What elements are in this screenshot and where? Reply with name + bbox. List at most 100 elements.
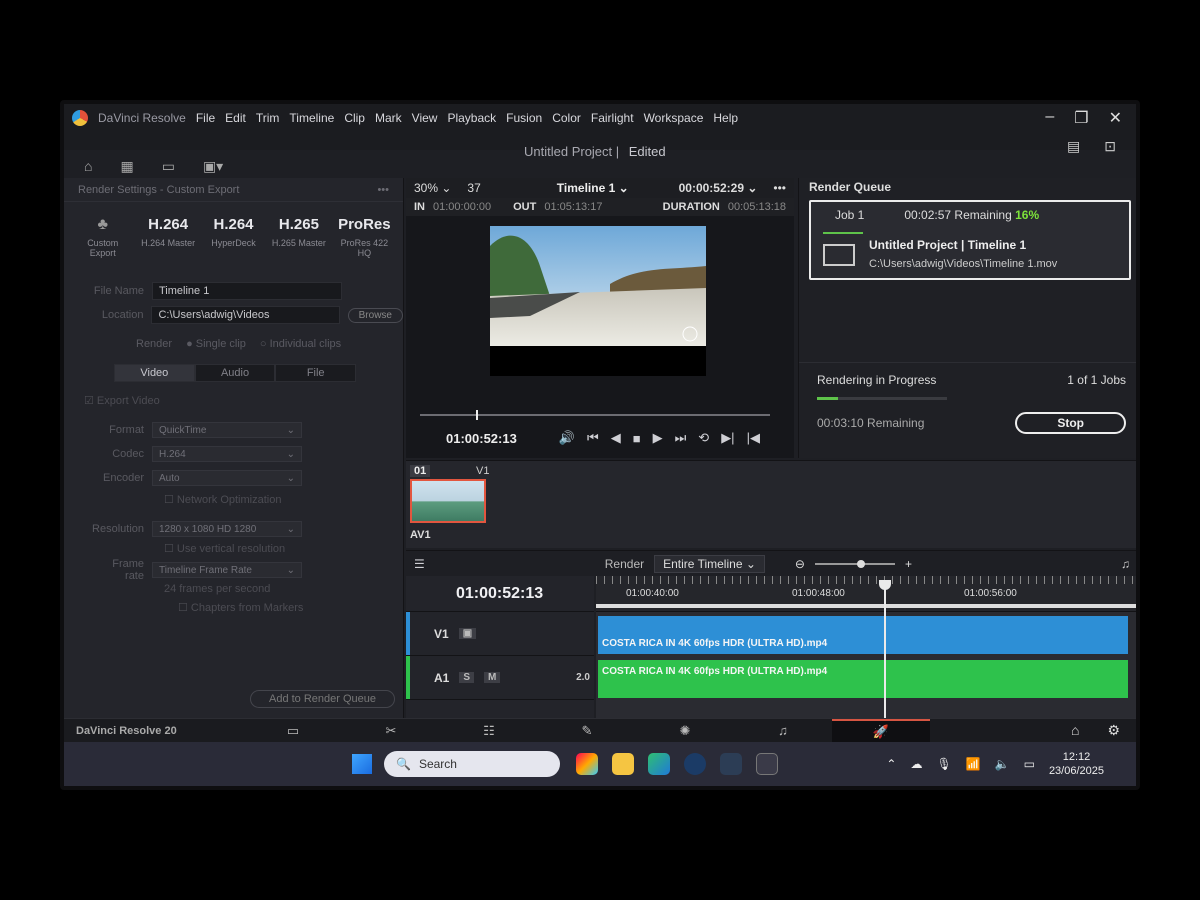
view-options-icon[interactable]: ▣▾ [203, 158, 223, 175]
media-page-icon[interactable]: ▭ [244, 723, 342, 739]
layout-icon[interactable]: ▤ [1067, 138, 1080, 155]
scrubber-head[interactable] [476, 410, 478, 420]
add-to-render-queue-button[interactable]: Add to Render Queue [250, 690, 396, 708]
track-header-v1[interactable]: V1 ▣ [406, 612, 594, 656]
menu-trim[interactable]: Trim [256, 111, 280, 125]
network-optimization-checkbox[interactable]: ☐ Network Optimization [164, 493, 403, 506]
preset-h264-master[interactable]: H.264 H.264 Master [139, 216, 196, 258]
prev-frame-icon[interactable]: |◀ [747, 430, 760, 446]
encoder-select[interactable]: Auto ⌄ [152, 470, 302, 486]
tab-audio[interactable]: Audio [194, 364, 276, 382]
radio-single-clip[interactable]: ● Single clip [186, 338, 246, 350]
speaker-icon[interactable]: 🔈 [995, 757, 1010, 771]
menu-mark[interactable]: Mark [375, 111, 402, 125]
timeline-select[interactable]: Timeline 1 ⌄ [557, 181, 629, 195]
restore-icon[interactable]: ❐ [1074, 108, 1088, 128]
windows-start-icon[interactable] [352, 754, 372, 774]
edge-icon[interactable] [648, 753, 670, 775]
video-clip[interactable]: COSTA RICA IN 4K 60fps HDR (ULTRA HD).mp… [598, 616, 1128, 654]
menu-view[interactable]: View [412, 111, 438, 125]
menu-edit[interactable]: Edit [225, 111, 246, 125]
menu-fusion[interactable]: Fusion [506, 111, 542, 125]
zoom-out-icon[interactable]: ⊖ [795, 557, 805, 571]
preset-prores[interactable]: ProRes ProRes 422 HQ [336, 216, 393, 258]
zoom-select[interactable]: 30% ⌄ [414, 181, 451, 195]
menu-workspace[interactable]: Workspace [644, 111, 704, 125]
close-icon[interactable]: ✕ [1109, 108, 1122, 128]
menu-timeline[interactable]: Timeline [289, 111, 334, 125]
track-header-a1[interactable]: A1 S M 2.0 [406, 656, 594, 700]
audio-clip[interactable]: COSTA RICA IN 4K 60fps HDR (ULTRA HD).mp… [598, 660, 1128, 698]
format-select[interactable]: QuickTime ⌄ [152, 422, 302, 438]
chapters-checkbox[interactable]: ☐ Chapters from Markers [178, 601, 403, 614]
preset-custom-export[interactable]: ♣ Custom Export [74, 216, 131, 258]
cut-page-icon[interactable]: ✂ [342, 723, 440, 739]
zoom-in-icon[interactable]: + [905, 557, 912, 571]
clips-icon[interactable]: ▭ [162, 158, 175, 175]
zoom-slider[interactable] [814, 559, 895, 568]
battery-icon[interactable]: ▭ [1024, 757, 1035, 771]
browser-icon[interactable] [684, 753, 706, 775]
file-explorer-icon[interactable] [612, 753, 634, 775]
timeline-tracks[interactable]: 01:00:40:00 01:00:48:00 01:00:56:00 COST… [596, 576, 1136, 718]
home-icon[interactable]: ⌂ [1071, 722, 1079, 739]
play-icon[interactable]: ▶ [653, 430, 663, 446]
menu-playback[interactable]: Playback [447, 111, 496, 125]
copilot-icon[interactable] [576, 753, 598, 775]
volume-icon[interactable]: 🔊 [559, 430, 575, 446]
menu-clip[interactable]: Clip [344, 111, 365, 125]
menu-fairlight[interactable]: Fairlight [591, 111, 634, 125]
frame-rate-select[interactable]: Timeline Frame Rate ⌄ [152, 562, 302, 578]
file-name-field[interactable]: Timeline 1 [152, 282, 342, 300]
wifi-icon[interactable]: 📶 [966, 757, 981, 771]
viewer-options-icon[interactable]: ••• [773, 181, 786, 195]
loop-icon[interactable]: ⟲ [698, 430, 709, 446]
jump-to-end-icon[interactable]: ⏭ [675, 430, 687, 446]
minimize-icon[interactable]: – [1045, 108, 1054, 128]
playhead[interactable] [879, 580, 891, 718]
tab-video[interactable]: Video [114, 364, 195, 382]
color-page-icon[interactable]: ✺ [636, 723, 734, 739]
fullscreen-icon[interactable]: ⊡ [1104, 138, 1116, 155]
render-range-select[interactable]: Entire Timeline ⌄ [654, 554, 765, 573]
location-field[interactable]: C:\Users\adwig\Videos [151, 306, 340, 324]
solo-button[interactable]: S [459, 672, 475, 683]
steam-icon[interactable] [720, 753, 742, 775]
edit-page-icon[interactable]: ☷ [440, 723, 538, 739]
more-options-icon[interactable]: ••• [377, 184, 389, 196]
radio-individual-clips[interactable]: ○ Individual clips [260, 338, 341, 350]
play-reverse-icon[interactable]: ◀ [611, 430, 621, 446]
preset-h265-master[interactable]: H.265 H.265 Master [270, 216, 327, 258]
next-frame-icon[interactable]: ▶| [721, 430, 734, 446]
audio-note-icon[interactable]: ♫ [1121, 557, 1130, 571]
taskbar-search[interactable]: 🔍 Search [384, 751, 560, 777]
menu-color[interactable]: Color [552, 111, 581, 125]
mic-icon[interactable]: 🎙 [936, 757, 951, 771]
codec-select[interactable]: H.264 ⌄ [152, 446, 302, 462]
jump-to-start-icon[interactable]: ⏮ [587, 430, 599, 446]
render-job-card[interactable]: Job 1 00:02:57 Remaining 16% Untitled Pr… [809, 200, 1131, 280]
vertical-resolution-checkbox[interactable]: ☐ Use vertical resolution [164, 542, 403, 555]
clip-thumbnail[interactable] [410, 479, 486, 523]
menu-file[interactable]: File [196, 111, 215, 125]
resolution-select[interactable]: 1280 x 1080 HD 1280 ⌄ [152, 521, 302, 537]
viewer-timecode[interactable]: 00:00:52:29 ⌄ [679, 181, 758, 195]
fairlight-page-icon[interactable]: ♫ [734, 723, 832, 738]
mute-button[interactable]: M [484, 672, 501, 683]
stop-button[interactable]: Stop [1015, 412, 1126, 434]
timeline-list-icon[interactable]: ☰ [414, 557, 425, 571]
preset-hyperdeck[interactable]: H.264 HyperDeck [205, 216, 262, 258]
stop-icon[interactable]: ■ [633, 431, 641, 446]
export-video-checkbox[interactable]: ☑ Export Video [84, 394, 403, 407]
deliver-page-icon[interactable]: 🚀 [832, 718, 930, 743]
render-settings-icon[interactable]: ⌂ [84, 158, 92, 175]
browse-button[interactable]: Browse [347, 307, 403, 323]
scrubber[interactable] [420, 410, 770, 420]
chevron-up-icon[interactable]: ⌃ [886, 757, 896, 771]
tab-file[interactable]: File [275, 364, 357, 382]
timeline-ruler[interactable]: 01:00:40:00 01:00:48:00 01:00:56:00 [596, 576, 1136, 612]
resolve-taskbar-icon[interactable] [756, 753, 778, 775]
cloud-icon[interactable]: ☁ [910, 757, 922, 771]
fusion-page-icon[interactable]: ✎ [538, 723, 636, 739]
settings-gear-icon[interactable]: ⚙ [1107, 722, 1120, 739]
